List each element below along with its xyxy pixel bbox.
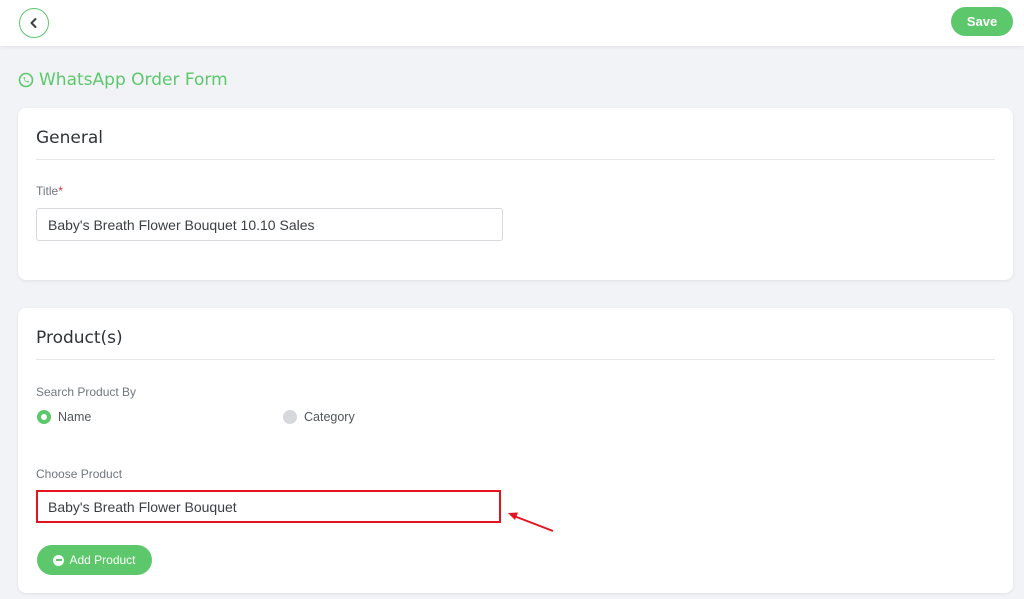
add-product-label: Add Product — [69, 553, 136, 567]
required-mark: * — [58, 184, 63, 198]
add-product-button[interactable]: Add Product — [37, 545, 152, 575]
divider — [36, 359, 995, 360]
page-title-text: WhatsApp Order Form — [39, 70, 228, 90]
top-bar: Save — [0, 0, 1024, 46]
back-button[interactable] — [19, 8, 49, 38]
general-card: General Title* — [18, 108, 1013, 280]
radio-category-label: Category — [304, 410, 355, 424]
page-title: WhatsApp Order Form — [18, 70, 228, 90]
radio-category[interactable]: Category — [283, 410, 355, 424]
radio-name[interactable]: Name — [37, 410, 91, 424]
search-by-label: Search Product By — [36, 385, 137, 399]
products-heading: Product(s) — [36, 328, 123, 348]
choose-product-label: Choose Product — [36, 467, 123, 481]
whatsapp-icon — [18, 72, 34, 88]
chevron-left-icon — [30, 18, 37, 28]
radio-selected-icon — [37, 410, 51, 424]
radio-unselected-icon — [283, 410, 297, 424]
general-heading: General — [36, 128, 103, 148]
products-card: Product(s) Search Product By Name Catego… — [18, 308, 1013, 593]
plus-circle-icon — [53, 554, 65, 566]
choose-product-input[interactable] — [36, 490, 501, 523]
radio-name-label: Name — [58, 410, 92, 424]
title-label: Title* — [36, 184, 63, 198]
title-label-text: Title — [36, 184, 59, 198]
divider — [36, 159, 995, 160]
title-input[interactable] — [36, 208, 503, 241]
annotation-arrow-icon — [508, 512, 554, 532]
save-button[interactable]: Save — [951, 7, 1013, 36]
